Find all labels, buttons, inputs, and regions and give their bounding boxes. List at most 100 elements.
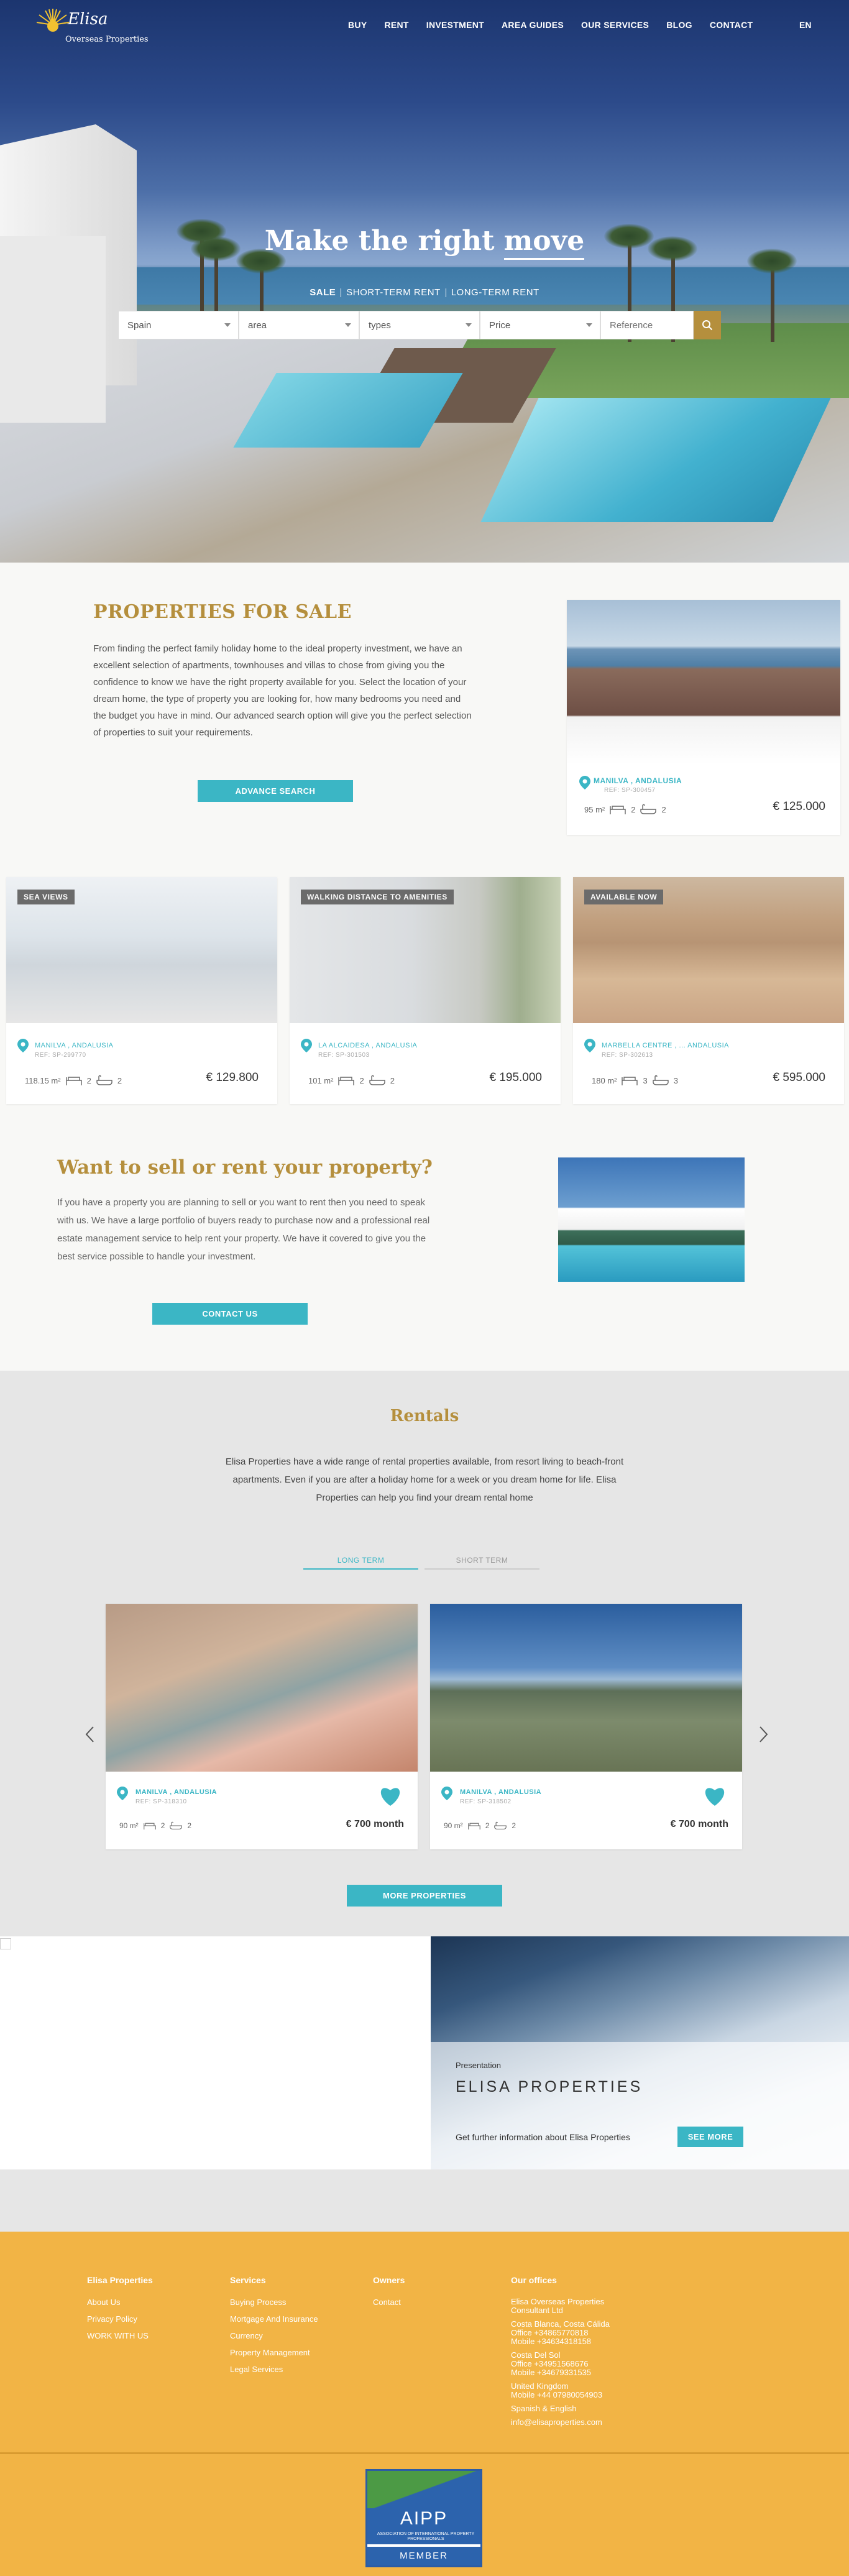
property-baths: 2 [390,1075,395,1085]
presentation-section: Presentation ELISA PROPERTIES Get furthe… [0,1936,849,2169]
bed-icon [65,1077,82,1085]
footer-link-buying[interactable]: Buying Process [230,2298,318,2307]
nav-buy[interactable]: BUY [348,20,367,30]
property-baths: 2 [117,1075,122,1085]
rental-card[interactable]: MANILVA , ANDALUSIA REF: SP-318310 90 m²… [106,1604,418,1849]
property-ref: REF: SP-318502 [460,1798,512,1805]
tab-long-term-rent[interactable]: LONG-TERM RENT [447,287,543,298]
tab-sale[interactable]: SALE [306,287,339,298]
logo[interactable]: Elisa Overseas Properties [35,7,154,51]
sell-or-rent-section: Want to sell or rent your property? If y… [0,1125,849,1371]
hero-title: Make the right move [0,225,849,260]
chevron-down-icon [466,323,472,327]
property-card[interactable]: SEA VIEWS MANILVA , ANDALUSIA REF: SP-29… [6,877,277,1104]
property-beds: 2 [485,1821,490,1830]
property-badge: WALKING DISTANCE TO AMENITIES [301,890,454,904]
aipp-member-badge[interactable]: AIPP ASSOCIATION OF INTERNATIONAL PROPER… [365,2469,482,2567]
country-select[interactable]: Spain [118,311,239,339]
property-features: 118.15 m² 2 2 [25,1075,122,1086]
country-select-value: Spain [127,320,152,331]
price-select[interactable]: Price [480,311,600,339]
property-price: € 129.800 [206,1071,259,1084]
footer-link-currency[interactable]: Currency [230,2331,318,2340]
property-location: LA ALCAIDESA , ANDALUSIA [318,1042,418,1049]
search-button[interactable] [694,311,721,339]
property-badge: SEA VIEWS [17,890,75,904]
properties-for-sale-section: PROPERTIES FOR SALE From finding the per… [0,563,849,1207]
footer-link-contact[interactable]: Contact [373,2298,405,2307]
nav-contact[interactable]: CONTACT [710,20,753,30]
office-sol-phone: Office +34951568676 [511,2359,589,2368]
property-price: € 700 month [346,1819,404,1829]
aipp-name: AIPP [400,2508,448,2529]
office-uk-mobile: Mobile +44 07980054903 [511,2390,603,2399]
property-size: 90 m² [444,1821,463,1830]
favorite-heart-icon[interactable] [379,1785,402,1806]
property-size: 101 m² [308,1075,334,1085]
office-uk-title: United Kingdom [511,2381,569,2391]
location-pin-icon [117,1787,128,1800]
property-beds: 2 [359,1075,364,1085]
rental-card[interactable]: MANILVA , ANDALUSIA REF: SP-318502 90 m²… [430,1604,742,1849]
language-selector[interactable]: EN [799,20,811,30]
location-pin-icon [441,1787,452,1800]
favorite-heart-icon[interactable] [704,1785,726,1806]
villa-image [558,1157,745,1282]
bath-icon [653,1075,669,1085]
footer-link-mortgage[interactable]: Mortgage And Insurance [230,2314,318,2324]
nav-rent[interactable]: RENT [384,20,408,30]
chevron-left-icon[interactable] [84,1725,96,1744]
more-properties-button[interactable]: MORE PROPERTIES [347,1885,502,1907]
search-bar: Spain area types Price [118,311,721,339]
office-email[interactable]: info@elisaproperties.com [511,2418,635,2427]
chevron-right-icon[interactable] [757,1725,769,1744]
property-size: 95 m² [584,804,605,814]
chevron-down-icon [586,323,592,327]
footer-link-privacy[interactable]: Privacy Policy [87,2314,153,2324]
see-more-button[interactable]: SEE MORE [677,2127,743,2147]
property-size: 90 m² [119,1821,139,1830]
reference-input[interactable] [600,311,694,339]
main-nav: BUY RENT INVESTMENT AREA GUIDES OUR SERV… [348,20,770,30]
footer-link-work[interactable]: WORK WITH US [87,2331,153,2340]
chevron-down-icon [345,323,351,327]
price-select-value: Price [489,320,511,331]
types-select[interactable]: types [359,311,480,339]
advance-search-button[interactable]: ADVANCE SEARCH [198,780,353,802]
hero-title-underlined: move [503,225,585,260]
tab-long-term[interactable]: LONG TERM [303,1551,418,1570]
footer-heading: Elisa Properties [87,2275,153,2285]
tab-short-term-rent[interactable]: SHORT-TERM RENT [342,287,444,298]
section-description: From finding the perfect family holiday … [93,643,472,738]
nav-our-services[interactable]: OUR SERVICES [581,20,649,30]
featured-property-card[interactable]: MANILVA , ANDALUSIA REF: SP-300457 95 m²… [567,600,840,835]
property-price: € 700 month [670,1819,728,1829]
footer-heading: Our offices [511,2275,557,2285]
contact-us-button[interactable]: CONTACT US [152,1303,308,1325]
property-badge: AVAILABLE NOW [584,890,664,904]
property-ref: REF: SP-299770 [35,1052,86,1059]
footer-link-about[interactable]: About Us [87,2298,153,2307]
area-select[interactable]: area [239,311,359,339]
section-description: If you have a property you are planning … [57,1197,430,1262]
footer: Elisa Properties About Us Privacy Policy… [0,2232,849,2576]
hero-section: Elisa Overseas Properties BUY RENT INVES… [0,0,849,563]
bed-icon [143,1823,156,1830]
tab-short-term[interactable]: SHORT TERM [424,1551,539,1570]
hero-villa-wall [0,236,106,423]
nav-blog[interactable]: BLOG [666,20,692,30]
footer-link-legal[interactable]: Legal Services [230,2365,318,2374]
section-title: PROPERTIES FOR SALE [93,601,352,623]
search-icon [702,320,713,331]
nav-area-guides[interactable]: AREA GUIDES [502,20,564,30]
footer-link-management[interactable]: Property Management [230,2348,318,2357]
property-card[interactable]: AVAILABLE NOW MARBELLA CENTRE , ... ANDA… [573,877,844,1104]
nav-investment[interactable]: INVESTMENT [426,20,484,30]
property-size: 180 m² [592,1075,617,1085]
property-ref: REF: SP-318310 [135,1798,187,1805]
area-select-value: area [248,320,267,331]
logo-subtitle: Overseas Properties [65,35,149,44]
hero-pool-large [480,398,831,522]
aipp-subtitle: ASSOCIATION OF INTERNATIONAL PROPERTY PR… [377,2532,475,2541]
property-card[interactable]: WALKING DISTANCE TO AMENITIES LA ALCAIDE… [290,877,561,1104]
